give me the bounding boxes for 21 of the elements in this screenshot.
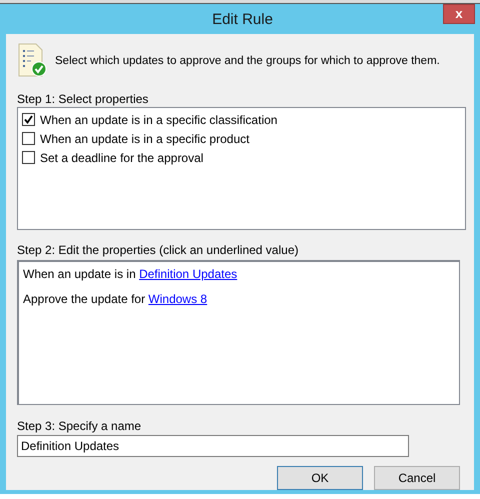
- close-button[interactable]: x: [443, 4, 475, 24]
- property-value-link[interactable]: Windows 8: [148, 292, 208, 306]
- dialog-button[interactable]: Cancel: [374, 466, 460, 490]
- property-sentence: When an update is in Definition Updates: [23, 266, 238, 282]
- property-sentence: Approve the update for Windows 8: [23, 290, 208, 307]
- checkmark-icon: [24, 115, 33, 124]
- checklist-icon: [17, 42, 47, 77]
- checkbox[interactable]: [22, 132, 35, 146]
- property-label: When an update is in a specific product: [40, 130, 250, 148]
- window-title: Edit Rule: [212, 10, 273, 30]
- rule-name-field[interactable]: Definition Updates: [17, 435, 409, 458]
- property-label: When an update is in a specific classification: [40, 112, 278, 129]
- checkbox[interactable]: [22, 151, 35, 164]
- checkbox[interactable]: [22, 113, 35, 126]
- step-label: Step 2: Edit the properties (click an underlined value): [17, 242, 300, 258]
- step-label: Step 3: Specify a name: [17, 418, 142, 434]
- property-value-link[interactable]: Definition Updates: [139, 266, 238, 281]
- header-text: Select which updates to approve and the groups for which to approve them.: [55, 54, 440, 70]
- step-label: Step 1: Select properties: [17, 91, 150, 108]
- property-label: Set a deadline for the approval: [40, 150, 204, 167]
- dialog-button[interactable]: OK: [277, 466, 363, 490]
